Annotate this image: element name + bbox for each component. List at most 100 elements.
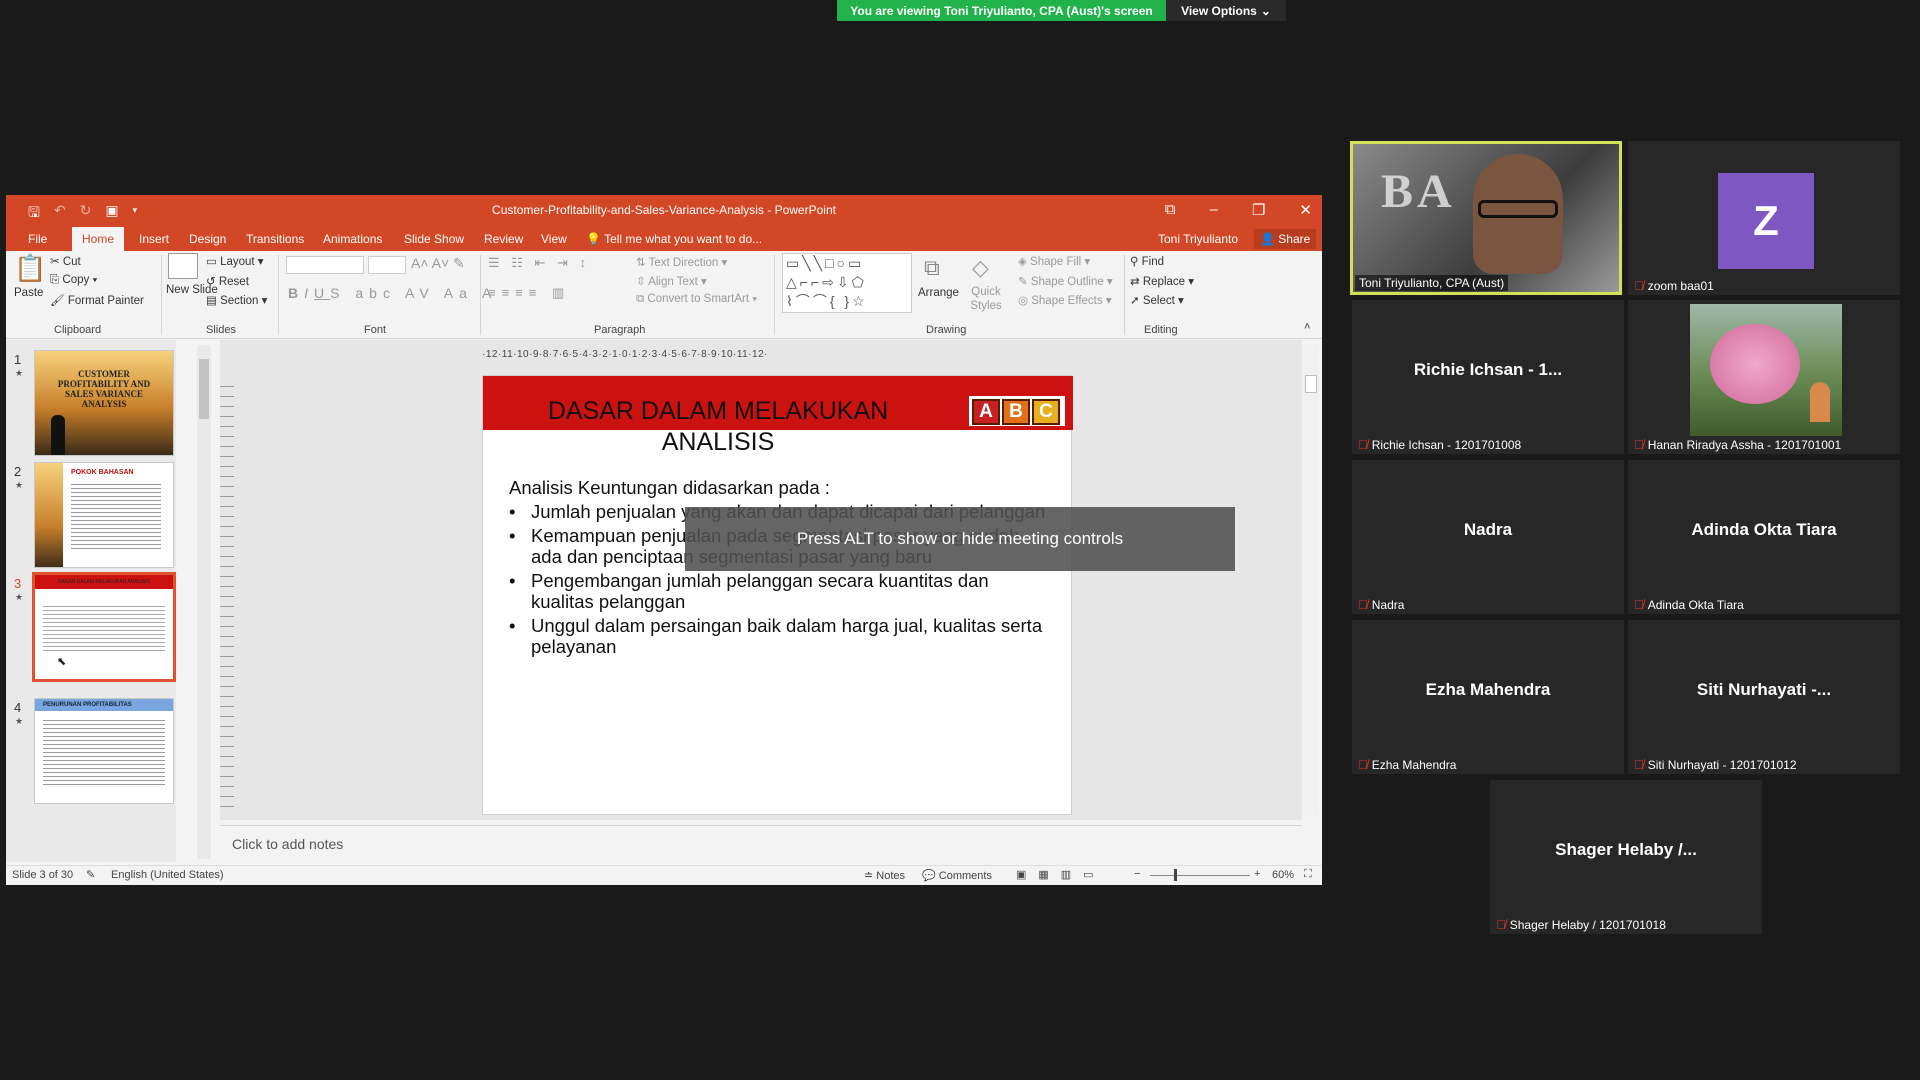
tab-design[interactable]: Design: [189, 232, 226, 246]
notes-pane[interactable]: Click to add notes: [220, 825, 1302, 865]
tab-insert[interactable]: Insert: [139, 232, 169, 246]
paste-button[interactable]: Paste: [14, 287, 43, 299]
brush-icon: 🖌: [50, 295, 65, 307]
tab-transitions[interactable]: Transitions: [246, 232, 304, 246]
participant-tile[interactable]: Z 🎙̸ zoom baa01: [1628, 141, 1900, 295]
comments-label: Comments: [938, 870, 992, 882]
zoom-out-icon[interactable]: −: [1134, 868, 1140, 880]
participant-display-name: Richie Ichsan - 1...: [1413, 360, 1563, 379]
participant-display-name: Ezha Mahendra: [1425, 680, 1551, 699]
shapes-gallery[interactable]: ▭╲╲□○▭ △⌐⌐⇨⇩⬠ ⌇⌒⌒{ }☆: [782, 253, 912, 313]
list-indent-icons[interactable]: ☰ ☷ ⇤ ⇥ ↕: [488, 255, 590, 271]
star-icon: ★: [15, 592, 24, 602]
collapse-ribbon-icon[interactable]: ˄: [1304, 321, 1310, 333]
participant-tile[interactable]: 🎙̸ Hanan Riradya Assha - 1201701001: [1628, 300, 1900, 454]
align-text-label: Align Text: [648, 276, 698, 288]
participant-label: 🎙̸ zoom baa01: [1634, 278, 1714, 293]
thumbnails-scrollbar[interactable]: [197, 345, 211, 859]
tab-view[interactable]: View: [541, 232, 567, 246]
fit-slide-icon[interactable]: ⛶: [1304, 868, 1312, 881]
tab-file[interactable]: File: [28, 232, 47, 246]
find-button[interactable]: ⚲ Find: [1130, 254, 1164, 268]
minimize-icon[interactable]: –: [1210, 201, 1218, 219]
close-icon[interactable]: ✕: [1299, 201, 1312, 219]
new-slide-icon[interactable]: [168, 253, 198, 279]
scroll-thumb[interactable]: [199, 359, 209, 419]
slide-scrollbar[interactable]: [1303, 345, 1319, 815]
zoom-level[interactable]: 60%: [1272, 869, 1294, 881]
share-button[interactable]: 👤 Share: [1254, 229, 1317, 249]
participant-tile[interactable]: Richie Ichsan - 1... 🎙̸ Richie Ichsan - 1…: [1352, 300, 1624, 454]
slide-thumbnail-3[interactable]: DASAR DALAM MELAKUKAN ANALISIS ⬉: [32, 572, 176, 682]
shape-effects-button[interactable]: ◎ Shape Effects ▾: [1018, 293, 1112, 307]
participant-name: Adinda Okta Tiara: [1647, 597, 1744, 612]
font-family-field[interactable]: [286, 256, 364, 274]
shape-fill-button[interactable]: ◈ Shape Fill ▾: [1018, 254, 1090, 268]
tab-animations[interactable]: Animations: [323, 232, 382, 246]
tab-home[interactable]: Home: [72, 227, 125, 251]
font-size-field[interactable]: [368, 256, 406, 274]
arrange-icon[interactable]: ⧉: [924, 255, 940, 281]
participant-tile[interactable]: Shager Helaby /... 🎙̸ Shager Helaby / 120…: [1490, 780, 1762, 934]
thumb-image: [35, 463, 63, 567]
comments-toggle[interactable]: 💬 Comments: [922, 869, 992, 882]
font-grow-shrink-icons[interactable]: A˄ A˅ ✎: [411, 255, 465, 272]
spellcheck-icon[interactable]: ✎: [86, 868, 95, 881]
view-options-button[interactable]: View Options ⌄: [1166, 0, 1286, 21]
scroll-thumb[interactable]: [1305, 375, 1317, 393]
zoom-in-icon[interactable]: +: [1254, 868, 1260, 880]
arrange-button[interactable]: Arrange: [918, 287, 959, 299]
section-button[interactable]: ▤ Section ▾: [206, 293, 267, 307]
participant-tile[interactable]: Nadra 🎙̸ Nadra: [1352, 460, 1624, 614]
restore-icon[interactable]: ❐: [1252, 201, 1265, 219]
shape-outline-button[interactable]: ✎ Shape Outline ▾: [1018, 274, 1113, 288]
current-slide[interactable]: DASAR DALAM MELAKUKAN ANALISIS A B C Ana…: [482, 375, 1073, 815]
ribbon-display-icon[interactable]: ⧉: [1165, 201, 1176, 219]
cursor-icon: ➚: [1130, 295, 1140, 307]
slide-title[interactable]: DASAR DALAM MELAKUKAN ANALISIS: [503, 396, 933, 458]
divider: [480, 255, 481, 335]
select-button[interactable]: ➚ Select ▾: [1130, 293, 1184, 307]
participant-tile-speaker[interactable]: BA Toni Triyulianto, CPA (Aust): [1350, 141, 1622, 295]
participant-tile[interactable]: Ezha Mahendra 🎙̸ Ezha Mahendra: [1352, 620, 1624, 774]
font-format-icons[interactable]: BIUS abc AV Aa A: [288, 285, 497, 301]
viewing-screen-label: You are viewing Toni Triyulianto, CPA (A…: [837, 0, 1166, 21]
participant-tile[interactable]: Siti Nurhayati -... 🎙̸ Siti Nurhayati - 1…: [1628, 620, 1900, 774]
zoom-slider-thumb[interactable]: [1174, 869, 1177, 881]
layout-label: Layout: [220, 256, 255, 268]
window-controls: ⧉ – ❐ ✕: [1165, 201, 1312, 219]
divider: [161, 255, 162, 335]
slide-intro: Analisis Keuntungan didasarkan pada :: [509, 477, 830, 498]
thumb-number: 1: [14, 352, 22, 367]
view-buttons[interactable]: ▣▦▥▭: [1016, 868, 1106, 881]
quick-styles-button[interactable]: Quick Styles: [968, 285, 1004, 313]
slide-thumbnail-1[interactable]: CUSTOMER PROFITABILITY AND SALES VARIANC…: [34, 350, 174, 456]
participant-label: 🎙̸ Nadra: [1358, 597, 1404, 612]
convert-smartart-button[interactable]: ⧉ Convert to SmartArt ▾: [636, 293, 757, 306]
quick-styles-icon[interactable]: ◇: [972, 255, 989, 281]
tab-review[interactable]: Review: [484, 232, 523, 246]
notes-toggle[interactable]: ≐ Notes: [864, 869, 905, 882]
language-indicator[interactable]: English (United States): [111, 869, 224, 881]
align-icons[interactable]: ≡≡≡≡ ▥: [488, 285, 570, 301]
muted-mic-icon: 🎙̸: [1634, 597, 1644, 612]
muted-mic-icon: 🎙̸: [1358, 757, 1368, 772]
reset-button[interactable]: ↺ Reset: [206, 274, 249, 288]
text-direction-button[interactable]: ⇅ Text Direction ▾: [636, 255, 727, 269]
slide-thumbnail-4[interactable]: PENURUNAN PROFITABILITAS: [34, 698, 174, 804]
zoom-slider[interactable]: [1150, 875, 1250, 876]
participant-tile[interactable]: Adinda Okta Tiara 🎙̸ Adinda Okta Tiara: [1628, 460, 1900, 614]
share-label: Share: [1278, 232, 1311, 246]
align-text-button[interactable]: ⇳ Align Text ▾: [636, 274, 707, 288]
format-painter-button[interactable]: 🖌 Format Painter: [50, 293, 144, 307]
select-label: Select: [1142, 295, 1175, 307]
copy-button[interactable]: ⎘ Copy ▾: [50, 274, 97, 287]
cut-button[interactable]: ✂ Cut: [50, 254, 81, 268]
participant-name: Ezha Mahendra: [1371, 757, 1457, 772]
replace-button[interactable]: ⇄ Replace ▾: [1130, 274, 1194, 288]
tell-me-search[interactable]: 💡 Tell me what you want to do...: [586, 232, 762, 246]
tab-slide-show[interactable]: Slide Show: [404, 232, 464, 246]
slide-thumbnail-2[interactable]: POKOK BAHASAN: [34, 462, 174, 568]
paste-icon[interactable]: 📋: [14, 253, 46, 284]
layout-button[interactable]: ▭ Layout ▾: [206, 254, 264, 268]
